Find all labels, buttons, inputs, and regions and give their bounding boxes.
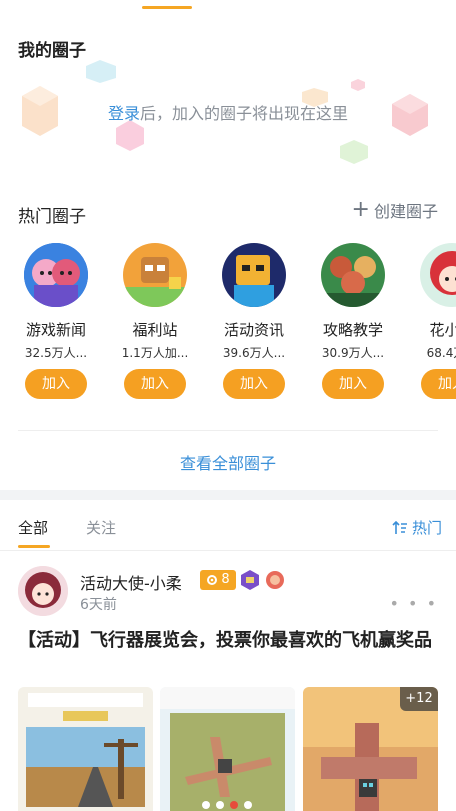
author-avatar-icon: [18, 566, 68, 616]
login-hint-text: 后，加入的圈子将出现在这里: [140, 104, 349, 123]
post-images: +12: [18, 687, 438, 811]
circle-member-count: 32.5万人...: [24, 346, 88, 360]
badge-icon: [266, 571, 284, 589]
circle-card[interactable]: 游戏新闻 32.5万人... 加入: [16, 243, 96, 399]
section-divider: [0, 490, 456, 500]
gear-icon: [207, 575, 218, 585]
circle-card[interactable]: 福利站 1.1万人加... 加入: [115, 243, 195, 399]
post-time: 6天前: [80, 597, 117, 613]
join-button[interactable]: 加入: [223, 369, 285, 399]
circle-name: 活动资讯: [223, 321, 284, 339]
decor-cube-icon: [351, 79, 365, 91]
join-button[interactable]: 加入: [322, 369, 384, 399]
decor-cube-icon: [86, 60, 116, 83]
join-button[interactable]: 加入: [124, 369, 186, 399]
circle-card[interactable]: 花小楼 68.4万人 加入: [412, 243, 456, 399]
sort-hot-button[interactable]: 热门: [392, 517, 442, 538]
join-button[interactable]: 加入: [25, 369, 87, 399]
post-image-1-icon: [18, 687, 153, 811]
my-circles-title: 我的圈子: [18, 41, 86, 61]
author-name[interactable]: 活动大使-小柔: [80, 570, 182, 594]
circle-member-count: 1.1万人加...: [121, 346, 189, 360]
login-link[interactable]: 登录: [108, 104, 140, 123]
circle-card[interactable]: 活动资讯 39.6万人... 加入: [214, 243, 294, 399]
circle-name: 攻略教学: [322, 321, 383, 339]
activity-news-avatar-icon: [222, 243, 286, 307]
plus-icon: +: [351, 197, 370, 222]
tab-all[interactable]: 全部: [18, 517, 48, 538]
level-value: 8: [221, 572, 230, 587]
my-circles-section: 我的圈子 登录后，加入的圈子将出现在这里: [0, 0, 456, 180]
circle-name: 花小楼: [429, 321, 456, 339]
author-avatar[interactable]: [18, 566, 68, 616]
hot-circles-header: 热门圈子 + 创建圈子: [0, 198, 456, 228]
circle-name: 福利站: [132, 321, 178, 339]
post-title[interactable]: 【活动】飞行器展览会，投票你最喜欢的飞机赢奖品: [18, 628, 438, 654]
post-image[interactable]: +12: [303, 687, 438, 811]
circle-avatar: [24, 243, 88, 307]
circle-name: 游戏新闻: [25, 321, 86, 339]
create-circle-label: 创建圈子: [373, 202, 438, 221]
medal-icon: [241, 570, 259, 590]
feed-tabs: 全部 关注 热门: [0, 505, 456, 551]
circle-avatar: [420, 243, 456, 307]
more-images-count: +12: [400, 687, 438, 711]
circle-avatar: [222, 243, 286, 307]
circle-member-count: 30.9万人...: [321, 346, 385, 360]
circle-avatar: [321, 243, 385, 307]
more-options-icon[interactable]: • • •: [390, 594, 438, 613]
circle-card[interactable]: 攻略教学 30.9万人... 加入: [313, 243, 393, 399]
join-button[interactable]: 加入: [421, 369, 456, 399]
sort-label: 热门: [411, 519, 442, 537]
circle-member-count: 68.4万人: [426, 346, 456, 360]
sort-icon: [392, 520, 407, 534]
login-hint: 登录后，加入的圈子将出现在这里: [0, 100, 456, 124]
strategy-avatar-icon: [321, 243, 385, 307]
post-image-2-icon: [160, 687, 295, 811]
hot-circles-list: 游戏新闻 32.5万人... 加入 福利站 1.1万人加... 加入 活动资讯 …: [16, 243, 456, 403]
view-all-circles-link[interactable]: 查看全部圈子: [0, 450, 456, 474]
game-news-avatar-icon: [24, 243, 88, 307]
hot-circles-title: 热门圈子: [18, 207, 86, 227]
welfare-avatar-icon: [123, 243, 187, 307]
post-image[interactable]: [18, 687, 153, 811]
decor-cube-icon: [340, 140, 368, 164]
hua-xiaolou-avatar-icon: [420, 243, 456, 307]
circle-avatar: [123, 243, 187, 307]
level-badge: 8: [200, 570, 236, 590]
tab-follow[interactable]: 关注: [86, 517, 116, 538]
divider: [18, 430, 438, 431]
create-circle-button[interactable]: + 创建圈子: [352, 198, 438, 222]
active-tab-indicator: [18, 545, 50, 548]
circle-member-count: 39.6万人...: [222, 346, 286, 360]
post-image[interactable]: [160, 687, 295, 811]
